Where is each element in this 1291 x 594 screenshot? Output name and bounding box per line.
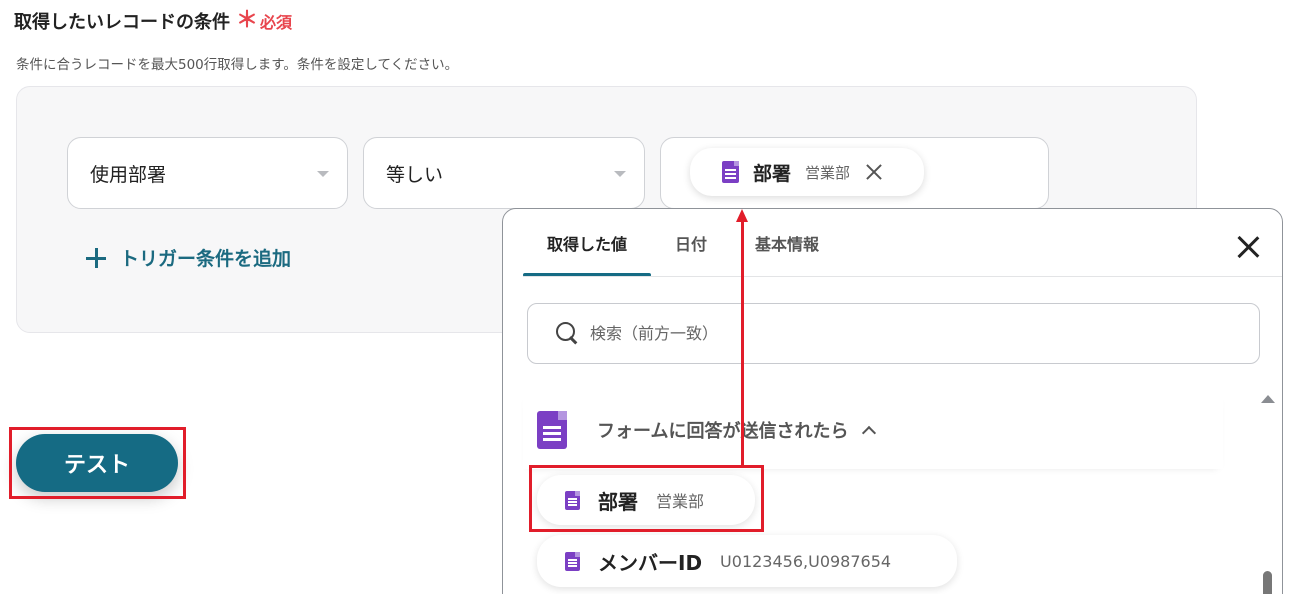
add-trigger-label: トリガー条件を追加	[120, 248, 292, 270]
remove-chip-icon[interactable]	[864, 162, 884, 182]
section-description: 条件に合うレコードを最大500行取得します。条件を設定してください。	[16, 57, 459, 73]
tab-date[interactable]: 日付	[651, 209, 731, 277]
operator-select-value: 等しい	[386, 163, 444, 186]
form-group-header[interactable]: フォームに回答が送信されたら	[523, 391, 1223, 469]
required-label: 必須	[260, 13, 293, 32]
operator-select[interactable]: 等しい	[363, 137, 645, 209]
list-item-member-id[interactable]: メンバーID U0123456,U0987654	[537, 535, 957, 587]
value-picker-popup: 取得した値 日付 基本情報 フォームに回答が送信されたら 部署 営業部 メンバー…	[502, 208, 1283, 594]
tab-acquired-values[interactable]: 取得した値	[523, 209, 652, 277]
test-button-highlight	[9, 427, 186, 499]
chip-name: 部署	[753, 162, 792, 185]
plus-icon	[86, 247, 106, 268]
item-value: U0123456,U0987654	[720, 551, 892, 571]
search-icon	[556, 321, 580, 346]
add-trigger-condition-button[interactable]: トリガー条件を追加	[86, 244, 291, 271]
close-icon[interactable]	[1236, 235, 1260, 259]
form-group-label: フォームに回答が送信されたら	[597, 421, 849, 442]
chevron-up-icon	[862, 425, 877, 441]
annotation-arrow-line	[741, 220, 744, 466]
scroll-up-icon[interactable]	[1261, 395, 1275, 403]
google-form-icon	[537, 411, 567, 449]
chip-value: 営業部	[805, 163, 851, 182]
caret-down-icon	[317, 171, 329, 177]
section-title: 取得したいレコードの条件 ＊ 必須	[14, 8, 292, 34]
caret-down-icon	[614, 171, 626, 177]
tabs-divider	[523, 276, 1282, 277]
section-title-text: 取得したいレコードの条件	[14, 12, 230, 33]
google-form-icon	[565, 551, 580, 571]
item-name: メンバーID	[598, 550, 703, 575]
search-input[interactable]	[590, 324, 1190, 343]
field-select[interactable]: 使用部署	[67, 137, 348, 209]
search-field[interactable]	[527, 303, 1260, 364]
field-select-value: 使用部署	[90, 163, 167, 186]
annotation-arrow-head	[736, 209, 748, 222]
item-highlight-box	[529, 465, 764, 532]
scrollbar-thumb[interactable]	[1263, 571, 1272, 594]
google-form-icon	[722, 161, 739, 183]
popup-tabs: 取得した値 日付 基本情報	[523, 209, 843, 277]
required-asterisk: ＊	[236, 8, 259, 33]
required-badge: ＊ 必須	[236, 9, 292, 33]
value-chip[interactable]: 部署 営業部	[690, 148, 924, 196]
